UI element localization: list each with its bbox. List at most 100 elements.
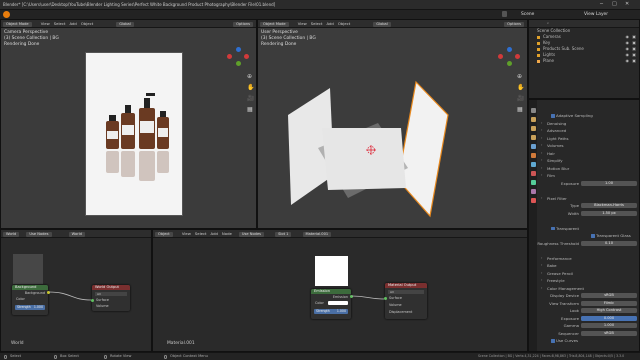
- property-field[interactable]: 1.00: [581, 180, 637, 186]
- property-label: Look: [569, 308, 579, 313]
- viewport-camera[interactable]: Object Mode View Select Add Object Global O…: [0, 19, 257, 229]
- properties-tab-icon[interactable]: [530, 189, 536, 194]
- node-editor-material[interactable]: Object View Select Add Node Use Nodes Slot …: [152, 229, 528, 352]
- property-field[interactable]: 0.10: [581, 240, 637, 246]
- property-row[interactable]: Width 1.50 px: [539, 210, 639, 218]
- view-layer-selector[interactable]: View Layer: [584, 12, 608, 17]
- property-field[interactable]: sRGB: [581, 293, 637, 299]
- properties-tab-icon[interactable]: [530, 198, 536, 203]
- zoom-icon[interactable]: ⊕: [247, 74, 252, 80]
- property-row[interactable]: › Pixel Filter: [539, 195, 639, 203]
- property-field[interactable]: 0.000: [581, 315, 637, 321]
- property-row[interactable]: Display Device sRGB: [539, 292, 639, 300]
- property-field[interactable]: 1.50 px: [581, 210, 637, 216]
- property-row[interactable]: › Performance: [539, 255, 639, 263]
- outliner-item-label: Products Sub. Scene: [543, 46, 584, 51]
- chevron-right-icon: ›: [541, 165, 543, 170]
- scene-icon[interactable]: [502, 11, 507, 17]
- property-row[interactable]: › Motion Blur: [539, 165, 639, 173]
- property-field[interactable]: sRGB: [581, 330, 637, 336]
- property-row[interactable]: Transparent Glass: [539, 232, 639, 240]
- navigation-gizmo[interactable]: [227, 46, 251, 68]
- property-field[interactable]: Filmic: [581, 300, 637, 306]
- property-row[interactable]: › Freestyle: [539, 277, 639, 285]
- properties-tab-icon[interactable]: [530, 117, 536, 122]
- camera-view-icon[interactable]: 🎥: [517, 96, 524, 102]
- property-row[interactable]: › Light Paths: [539, 135, 639, 143]
- property-row[interactable]: View Transform Filmic: [539, 300, 639, 308]
- outliner-item-label: Lights: [543, 52, 556, 57]
- camera-view-icon[interactable]: 🎥: [247, 96, 254, 102]
- property-row[interactable]: › Bake: [539, 262, 639, 270]
- transform-orientation[interactable]: Global: [116, 21, 134, 27]
- property-row[interactable]: Gamma 1.000: [539, 322, 639, 330]
- property-row[interactable]: Exposure 0.000: [539, 315, 639, 323]
- property-row[interactable]: Use Curves: [539, 337, 639, 345]
- checkbox[interactable]: [551, 226, 555, 230]
- properties-tab-icon[interactable]: [530, 126, 536, 131]
- outliner: ⌕ Scene Collection Cameras ◉ ▣ Key ◉ ▣ Product…: [528, 19, 640, 99]
- property-row[interactable]: Type Blackman-Harris: [539, 202, 639, 210]
- scene-selector[interactable]: Scene: [521, 12, 534, 17]
- property-field[interactable]: 1.000: [581, 323, 637, 329]
- grid-icon[interactable]: ▦: [247, 107, 253, 113]
- blender-logo-icon[interactable]: [3, 11, 10, 18]
- property-row[interactable]: › Color Management: [539, 285, 639, 293]
- property-field[interactable]: High Contrast: [581, 308, 637, 314]
- visibility-eye-icon[interactable]: ◉: [626, 58, 630, 64]
- property-row[interactable]: Exposure 1.00: [539, 180, 639, 188]
- navigation-gizmo[interactable]: [498, 46, 522, 68]
- property-row[interactable]: › Film: [539, 172, 639, 180]
- grid-icon[interactable]: ▦: [517, 107, 523, 113]
- property-row[interactable]: Adaptive Sampling: [539, 112, 639, 120]
- properties-tab-icon[interactable]: [530, 180, 536, 185]
- property-row[interactable]: Roughness Threshold 0.10: [537, 240, 639, 248]
- maximize-icon[interactable]: □: [612, 2, 617, 7]
- checkbox[interactable]: [551, 114, 555, 118]
- checkbox-label: Transparent: [556, 225, 580, 231]
- property-row[interactable]: › Volumes: [539, 142, 639, 150]
- menu-view[interactable]: View: [41, 22, 50, 26]
- property-field[interactable]: Blackman-Harris: [581, 203, 637, 209]
- properties-tab-icon[interactable]: [530, 135, 536, 140]
- property-row[interactable]: Sequencer sRGB: [539, 330, 639, 338]
- outliner-item[interactable]: Plane ◉ ▣: [529, 58, 639, 64]
- chevron-right-icon: ›: [541, 195, 543, 200]
- mode-selector[interactable]: Object Mode: [3, 21, 32, 27]
- pan-hand-icon[interactable]: ✋: [517, 85, 524, 91]
- property-row[interactable]: › Hair: [539, 150, 639, 158]
- property-row[interactable]: › Advanced: [539, 127, 639, 135]
- properties-tab-icon[interactable]: [530, 108, 536, 113]
- menu-object[interactable]: Object: [81, 22, 93, 26]
- properties-tab-icon[interactable]: [530, 144, 536, 149]
- zoom-icon[interactable]: ⊕: [517, 74, 522, 80]
- property-row[interactable]: › Grease Pencil: [539, 270, 639, 278]
- pan-hand-icon[interactable]: ✋: [247, 85, 254, 91]
- render-camera-icon[interactable]: ▣: [632, 58, 636, 64]
- property-row[interactable]: › Denoising: [539, 120, 639, 128]
- close-icon[interactable]: ✕: [625, 2, 629, 7]
- menu-add[interactable]: Add: [69, 22, 76, 26]
- property-row[interactable]: › Simplify: [539, 157, 639, 165]
- checkbox[interactable]: [591, 234, 595, 238]
- properties-tab-icon[interactable]: [530, 153, 536, 158]
- outliner-search-icon[interactable]: ⌕: [547, 21, 549, 26]
- property-row[interactable]: Look High Contrast: [539, 307, 639, 315]
- properties-tab-icon[interactable]: [530, 162, 536, 167]
- property-label: Sequencer: [558, 330, 579, 336]
- checkbox-label: Use Curves: [556, 338, 579, 343]
- collection-icon: [537, 35, 540, 39]
- status-stats: Scene Collection | BG | Verts:4,31,224 |…: [478, 354, 625, 358]
- property-row[interactable]: Transparent: [539, 225, 639, 233]
- viewport-user[interactable]: Object Mode View Select Add Object Global O…: [257, 19, 528, 229]
- menu-select[interactable]: Select: [54, 22, 66, 26]
- options-button[interactable]: Options: [233, 21, 253, 27]
- properties-tab-icon[interactable]: [530, 171, 536, 176]
- node-editor-world[interactable]: World Use Nodes World Background Backgro…: [0, 229, 152, 352]
- minimize-icon[interactable]: ─: [600, 2, 603, 7]
- panel-header: Denoising: [547, 120, 567, 126]
- chevron-right-icon: ›: [541, 143, 543, 147]
- checkbox[interactable]: [551, 339, 555, 343]
- collection-icon: [537, 59, 540, 63]
- chevron-right-icon: ›: [541, 135, 543, 140]
